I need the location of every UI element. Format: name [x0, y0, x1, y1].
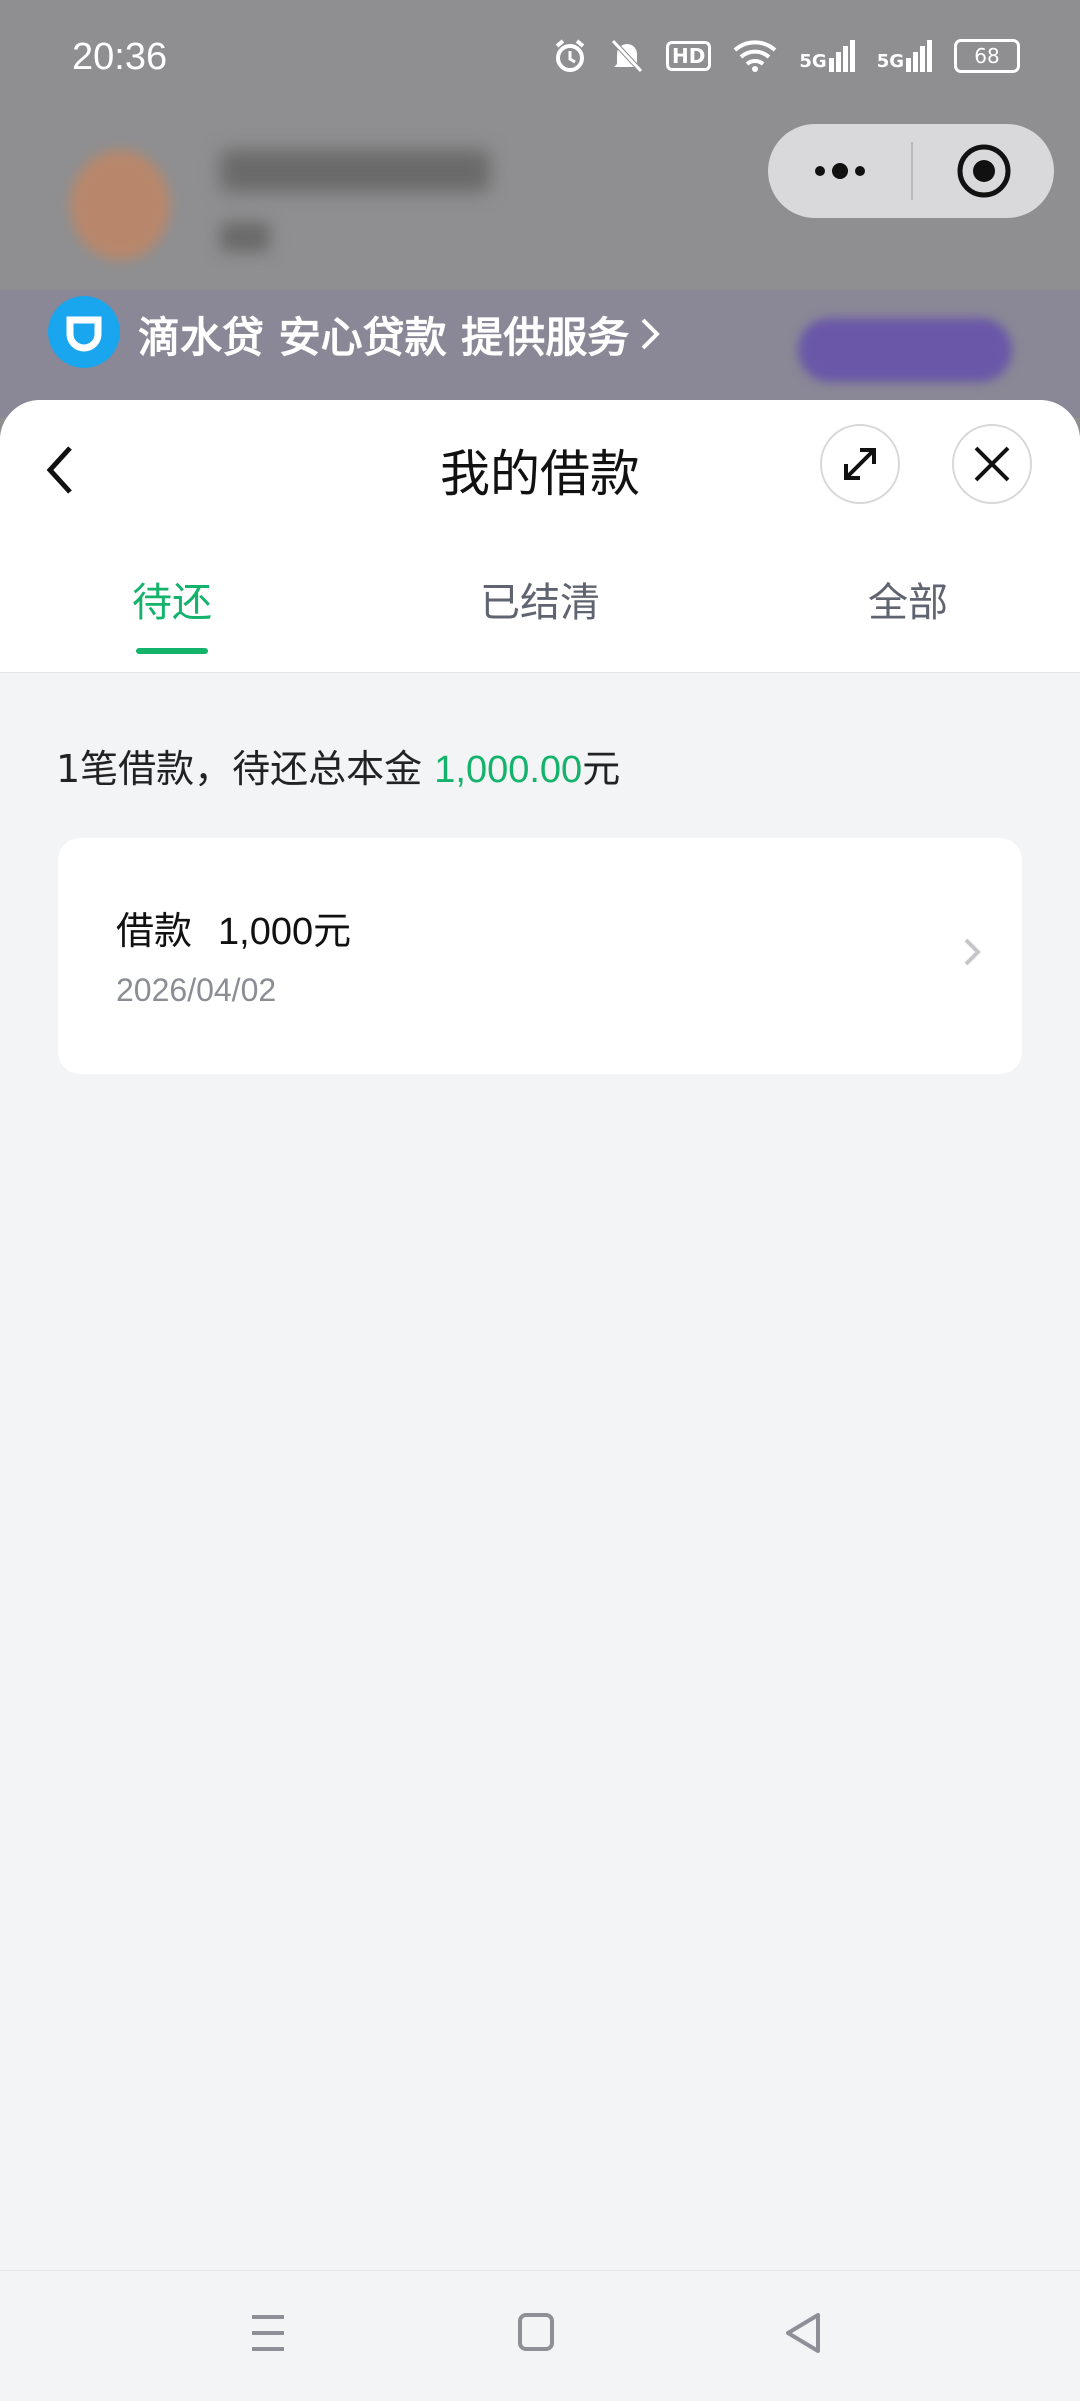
user-avatar	[70, 150, 170, 260]
square-icon	[518, 2313, 554, 2351]
signal-2-label: 5G	[876, 51, 904, 72]
loan-card[interactable]: 借款 1,000元 2026/04/02	[58, 838, 1022, 1074]
chevron-right-icon	[641, 318, 661, 350]
signal-2-icon: 5G	[877, 40, 932, 72]
banner-action-button	[798, 318, 1012, 382]
loan-sheet: 我的借款 待还 已结清 全部 1笔借款，待还总本金 1,000.00元 借款 1,…	[0, 400, 1080, 2270]
provider-link[interactable]: 滴水贷 安心贷款 提供服务	[138, 304, 665, 364]
menu-lines-icon	[252, 2315, 284, 2351]
home-button[interactable]	[504, 2301, 568, 2365]
close-icon	[974, 446, 1010, 482]
expand-icon	[844, 448, 876, 480]
status-time: 20:36	[72, 36, 168, 78]
more-dots-icon	[814, 163, 865, 179]
loan-date: 2026/04/02	[116, 972, 277, 1008]
user-name-blurred	[220, 150, 490, 192]
loan-summary: 1笔借款，待还总本金 1,000.00元	[56, 738, 620, 793]
tab-all[interactable]: 全部	[788, 570, 1028, 628]
status-bar: 20:36 HD 5G 5G 68	[0, 0, 1080, 120]
hd-icon: HD	[666, 41, 712, 71]
exit-miniprogram-button[interactable]	[913, 124, 1054, 218]
tab-settled[interactable]: 已结清	[420, 570, 660, 628]
nav-back-button[interactable]	[772, 2301, 836, 2365]
miniprogram-capsule	[768, 124, 1054, 218]
wifi-icon	[734, 40, 777, 72]
signal-1-icon: 5G	[799, 40, 855, 72]
signal-1-label: 5G	[799, 51, 827, 72]
alarm-icon	[555, 39, 585, 72]
chevron-right-icon	[964, 938, 981, 966]
mute-bell-icon	[611, 39, 643, 73]
target-icon	[957, 144, 1010, 198]
more-button[interactable]	[768, 124, 911, 218]
loan-card-title: 借款 1,000元	[116, 900, 351, 955]
recent-apps-button[interactable]	[236, 2301, 300, 2365]
battery-icon: 68	[954, 39, 1020, 73]
expand-button[interactable]	[820, 424, 900, 504]
sheet-header: 我的借款 待还 已结清 全部	[0, 400, 1080, 673]
user-sub-blurred	[220, 222, 270, 252]
page-title: 我的借款	[440, 445, 640, 503]
loan-label: 借款	[116, 909, 193, 953]
tab-pending[interactable]: 待还	[52, 570, 292, 628]
system-nav-bar	[0, 2270, 1080, 2401]
provider-text: 滴水贷 安心贷款 提供服务	[138, 312, 630, 362]
status-icons: HD 5G 5G 68	[552, 38, 1020, 74]
summary-prefix: 1笔借款，待还总本金	[56, 747, 435, 791]
loan-amount: 1,000元	[218, 911, 352, 953]
summary-suffix: 元	[582, 747, 621, 791]
didi-logo-icon	[48, 296, 120, 368]
triangle-back-icon	[786, 2313, 820, 2353]
close-button[interactable]	[952, 424, 1032, 504]
active-tab-indicator	[136, 648, 208, 654]
summary-amount: 1,000.00	[434, 749, 583, 791]
